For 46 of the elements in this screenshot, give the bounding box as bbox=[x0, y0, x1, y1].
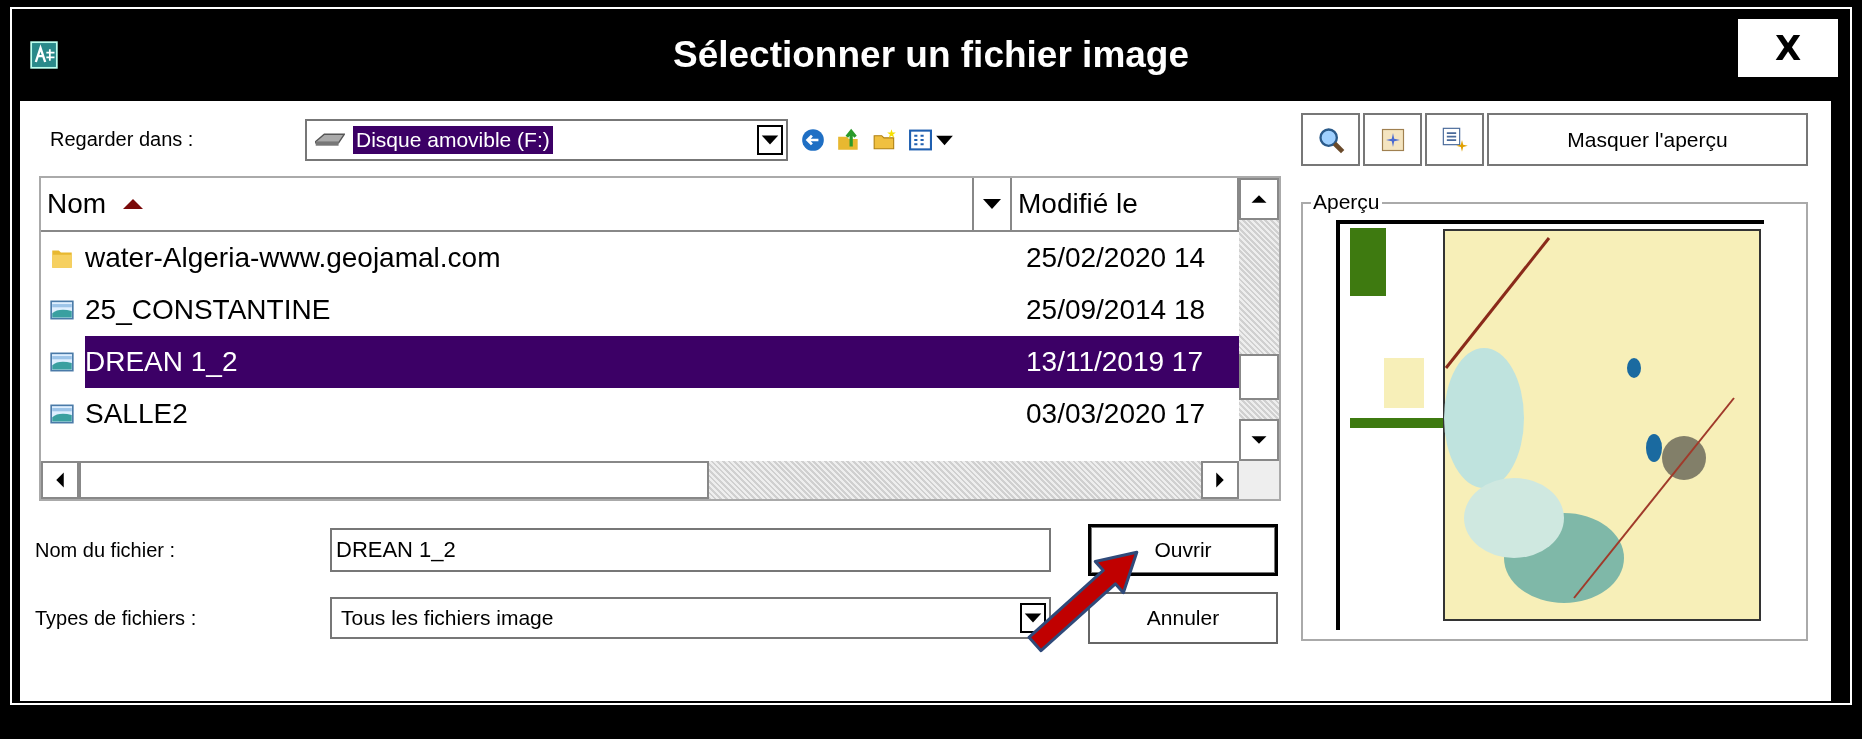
scroll-up-button[interactable] bbox=[1239, 178, 1279, 220]
column-header[interactable]: Nom bbox=[41, 178, 974, 230]
hide-preview-button[interactable]: Masquer l'aperçu bbox=[1487, 113, 1808, 166]
scroll-down-button[interactable] bbox=[1239, 419, 1279, 461]
file-date: 03/03/2020 17 bbox=[1025, 398, 1206, 430]
file-name-field[interactable]: DREAN 1_2 bbox=[330, 528, 1051, 572]
scroll-left-button[interactable] bbox=[41, 461, 79, 499]
file-name[interactable]: 25_CONSTANTINE bbox=[85, 294, 1020, 326]
drive-icon bbox=[315, 132, 345, 147]
scroll-right-button[interactable] bbox=[1201, 461, 1239, 499]
scrollbar-thumb[interactable] bbox=[1239, 354, 1279, 400]
right-arrow-icon bbox=[1214, 471, 1226, 489]
file-row[interactable]: SALLE2 03/03/2020 17 bbox=[85, 388, 1239, 440]
file-row[interactable]: water-Algeria-www.geojamal.com 25/02/2020 14 bbox=[85, 232, 1239, 284]
file-name[interactable]: water-Algeria-www.geojamal.com bbox=[85, 242, 1020, 274]
back-icon[interactable] bbox=[800, 126, 826, 153]
left-arrow-icon bbox=[54, 471, 66, 489]
file-date: 25/09/2014 18 bbox=[1025, 294, 1206, 326]
file-name[interactable]: DREAN 1_2 bbox=[85, 346, 1020, 378]
window-title: Sélectionner un fichier image bbox=[672, 34, 1190, 76]
grid-sparkle-button[interactable] bbox=[1425, 113, 1484, 166]
up-arrow-icon bbox=[1250, 193, 1268, 205]
file-row[interactable]: DREAN 1_2 13/11/2019 17 bbox=[85, 336, 1239, 388]
dropdown-value: Tous les fichiers image bbox=[340, 605, 555, 631]
file-row[interactable]: 25_CONSTANTINE 25/09/2014 18 bbox=[85, 284, 1239, 336]
horizontal-scrollbar[interactable] bbox=[41, 461, 1239, 499]
file-type-dropdown[interactable]: Tous les fichiers image bbox=[330, 597, 1051, 639]
scrollbar-thumb[interactable] bbox=[79, 461, 709, 499]
close-button[interactable]: X bbox=[1738, 19, 1838, 77]
look-in-dropdown[interactable]: Disque amovible (F:) bbox=[305, 118, 788, 161]
field-label: Nom du fichier : bbox=[35, 538, 177, 562]
vertical-scrollbar[interactable] bbox=[1239, 178, 1279, 461]
scrollbar-corner bbox=[1239, 461, 1279, 499]
file-date: 25/02/2020 14 bbox=[1025, 242, 1206, 274]
zoom-button[interactable] bbox=[1301, 113, 1360, 166]
file-name[interactable]: SALLE2 bbox=[85, 398, 1020, 430]
field-label: Regarder dans : bbox=[50, 128, 195, 151]
sparkle-button[interactable] bbox=[1363, 113, 1422, 166]
open-button[interactable]: Ouvrir bbox=[1088, 524, 1278, 576]
app-icon bbox=[30, 41, 58, 69]
cancel-button[interactable]: Annuler bbox=[1088, 592, 1278, 644]
zoom-icon bbox=[1316, 125, 1345, 154]
dropdown-value: Disque amovible (F:) bbox=[353, 125, 553, 154]
down-arrow-icon bbox=[1250, 434, 1268, 446]
file-date: 13/11/2019 17 bbox=[1025, 346, 1203, 378]
field-label: Types de fichiers : bbox=[35, 606, 198, 630]
